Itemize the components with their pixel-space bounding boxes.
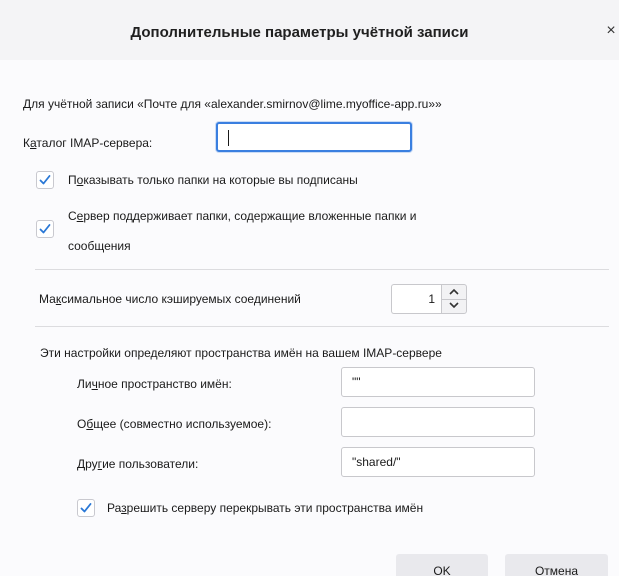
personal-namespace-label-part: ное пространство имён: (97, 377, 232, 391)
public-namespace-label: Общее (совместно используемое): (77, 417, 271, 431)
cancel-button[interactable]: Отмена (505, 554, 608, 576)
account-info-text: Для учётной записи «Почте для «alexander… (23, 97, 442, 111)
spin-up-button[interactable] (442, 285, 466, 300)
ok-button[interactable]: OK (396, 554, 488, 576)
allow-override-label-part: решить серверу перекрывать эти пространс… (126, 501, 424, 515)
subscribed-only-label: Показывать только папки на которые вы по… (68, 173, 358, 187)
max-connections-label-part: симальное число кэшируемых соединений (61, 292, 301, 306)
subscribed-only-label-part: П (68, 173, 77, 187)
personal-namespace-input[interactable]: "" (341, 367, 535, 397)
max-connections-input[interactable]: 1 (391, 284, 441, 314)
imap-directory-input[interactable] (216, 122, 412, 152)
server-folders-label-line2: сообщения (68, 239, 131, 253)
max-connections-label-part: Ма (39, 292, 56, 306)
imap-directory-label-part: К (23, 136, 30, 150)
other-users-namespace-label: Другие пользователи: (77, 457, 198, 471)
checkmark-icon (39, 224, 51, 234)
other-users-namespace-label-part: Дру (77, 457, 98, 471)
server-folders-label-part: С (68, 209, 77, 223)
checkmark-icon (39, 175, 51, 185)
chevron-up-icon (449, 288, 459, 295)
max-connections-label: Максимальное число кэшируемых соединений (39, 292, 301, 306)
section-divider (35, 326, 609, 327)
public-namespace-label-part: щее (совместно используемое): (93, 417, 272, 431)
other-users-namespace-label-part: ие пользователи: (102, 457, 199, 471)
close-icon[interactable]: × (603, 22, 619, 40)
other-users-namespace-input[interactable]: "shared/" (341, 447, 535, 477)
server-folders-checkbox[interactable] (36, 220, 54, 238)
personal-namespace-label: Личное пространство имён: (77, 377, 232, 391)
imap-directory-label-part: талог IMAP-сервера: (36, 136, 153, 150)
dialog-title: Дополнительные параметры учётной записи (130, 24, 469, 41)
allow-override-checkbox[interactable] (77, 499, 95, 517)
dialog-titlebar: Дополнительные параметры учётной записи … (0, 0, 619, 60)
personal-namespace-label-part: Ли (77, 377, 92, 391)
server-folders-label-line1: Сервер поддерживает папки, содержащие вл… (68, 209, 416, 223)
text-caret (228, 130, 229, 146)
imap-directory-label: Каталог IMAP-сервера: (23, 136, 152, 150)
server-folders-label-part: рвер поддерживает папки, содержащие влож… (83, 209, 417, 223)
checkmark-icon (80, 503, 92, 513)
chevron-down-icon (449, 302, 459, 309)
dialog-body: Для учётной записи «Почте для «alexander… (0, 60, 619, 576)
namespaces-intro-text: Эти настройки определяют пространства им… (40, 346, 442, 360)
public-namespace-label-part: О (77, 417, 87, 431)
allow-override-label: Разрешить серверу перекрывать эти простр… (107, 501, 423, 515)
allow-override-label-part: Ра (107, 501, 122, 515)
spin-down-button[interactable] (442, 299, 466, 313)
subscribed-only-checkbox[interactable] (36, 171, 54, 189)
public-namespace-input[interactable] (341, 407, 535, 437)
max-connections-spinner (441, 284, 467, 314)
section-divider (35, 269, 609, 270)
subscribed-only-label-part: казывать только папки на которые вы подп… (83, 173, 358, 187)
